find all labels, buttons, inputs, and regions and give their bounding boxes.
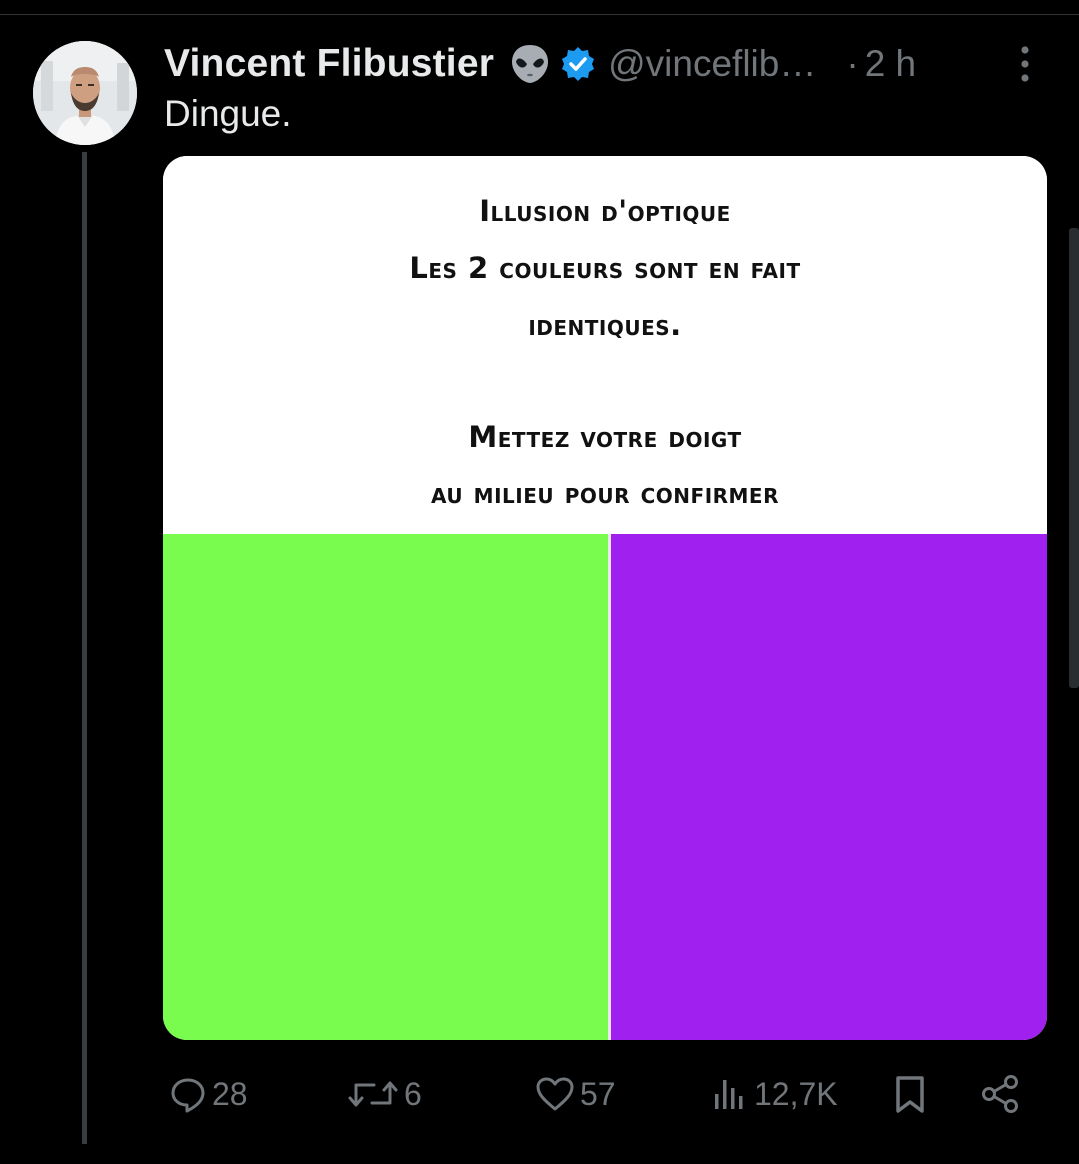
repost-icon — [346, 1074, 400, 1114]
caption-line-3: identiques. — [528, 308, 682, 342]
post-timestamp[interactable]: 2 h — [865, 43, 916, 85]
repost-count: 6 — [404, 1075, 422, 1112]
caption-line-4: Mettez votre doigt — [468, 420, 742, 454]
thread-line — [82, 152, 87, 1144]
more-icon[interactable] — [1014, 44, 1036, 84]
share-icon — [978, 1072, 1022, 1116]
avatar-image — [33, 41, 137, 145]
caption-line-2: Les 2 couleurs sont en fait — [409, 251, 801, 285]
scrollbar[interactable] — [1069, 228, 1079, 688]
views-button[interactable]: 12,7K — [710, 1068, 838, 1120]
caption-line-1: Illusion d'optique — [479, 194, 731, 228]
share-button[interactable] — [978, 1068, 1022, 1120]
alien-icon — [508, 42, 552, 86]
bookmark-button[interactable] — [890, 1068, 930, 1120]
author-name[interactable]: Vincent Flibustier — [164, 42, 494, 86]
reply-count: 28 — [212, 1075, 248, 1112]
illusion-caption: Illusion d'optique Les 2 couleurs sont e… — [163, 156, 1047, 534]
author-handle[interactable]: @vinceflib… — [608, 43, 816, 85]
post-text: Dingue. — [164, 93, 292, 134]
views-icon — [710, 1074, 750, 1114]
top-divider — [0, 14, 1079, 15]
separator-dot: · — [846, 43, 859, 84]
heart-icon — [534, 1074, 576, 1114]
reply-icon — [168, 1074, 208, 1114]
action-bar: 28 6 57 12,7K — [0, 1068, 1079, 1120]
caption-line-5: au milieu pour confirmer — [430, 476, 779, 510]
repost-button[interactable]: 6 — [346, 1068, 422, 1120]
reply-button[interactable]: 28 — [168, 1068, 248, 1120]
like-count: 57 — [580, 1075, 616, 1112]
views-count: 12,7K — [754, 1075, 838, 1112]
purple-panel — [611, 534, 1047, 1040]
like-button[interactable]: 57 — [534, 1068, 616, 1120]
verified-icon — [560, 46, 596, 82]
post-header: Vincent Flibustier @vinceflib… · 2 h — [164, 38, 1044, 90]
bookmark-icon — [890, 1074, 930, 1114]
green-panel — [163, 534, 608, 1040]
avatar[interactable] — [33, 41, 137, 145]
post-media[interactable]: Illusion d'optique Les 2 couleurs sont e… — [163, 156, 1047, 1040]
